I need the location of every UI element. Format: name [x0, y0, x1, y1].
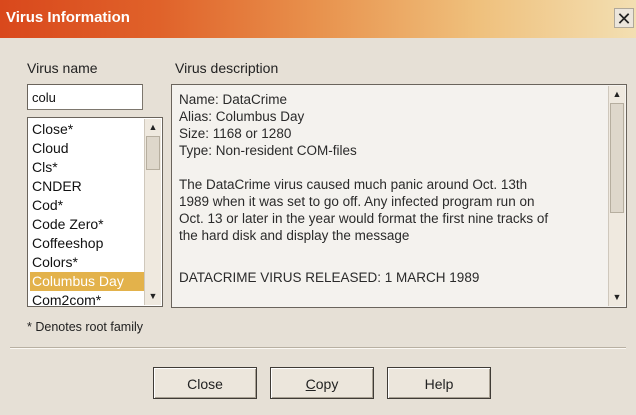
scroll-down-icon[interactable]: ▼	[146, 289, 160, 303]
description-line: Alias: Columbus Day	[179, 109, 305, 124]
list-item-selected[interactable]: Columbus Day	[30, 272, 146, 291]
virus-description-label: Virus description	[175, 60, 279, 76]
description-line: The DataCrime virus caused much panic ar…	[179, 177, 528, 192]
virus-description-text[interactable]: Name: DataCrime Alias: Columbus Day Size…	[171, 84, 627, 308]
description-line: 1989 when it was set to go off. Any infe…	[179, 194, 535, 209]
list-item[interactable]: Coffeeshop	[30, 234, 146, 253]
scroll-thumb[interactable]	[610, 103, 624, 213]
description-line: Type: Non-resident COM-files	[179, 143, 357, 158]
scroll-up-icon[interactable]: ▲	[146, 120, 160, 134]
list-item[interactable]: Colors*	[30, 253, 146, 272]
description-scrollbar[interactable]: ▲ ▼	[608, 86, 625, 306]
list-item[interactable]: Close*	[30, 120, 146, 139]
list-item[interactable]: Cloud	[30, 139, 146, 158]
button-separator	[10, 347, 626, 349]
close-button[interactable]: Close	[153, 367, 257, 399]
list-item[interactable]: Com2com*	[30, 291, 146, 306]
root-family-footnote: * Denotes root family	[27, 320, 144, 334]
copy-label-rest: opy	[315, 376, 339, 392]
virus-name-list[interactable]: Close* Cloud Cls* CNDER Cod* Code Zero* …	[27, 117, 163, 307]
list-item[interactable]: Code Zero*	[30, 215, 146, 234]
close-icon[interactable]: ✕	[614, 8, 634, 29]
copy-accelerator: C	[305, 376, 316, 392]
scroll-up-icon[interactable]: ▲	[610, 87, 624, 101]
virus-name-input[interactable]	[27, 84, 143, 110]
description-line: DATACRIME VIRUS RELEASED: 1 MARCH 1989	[179, 270, 480, 285]
window-title: Virus Information	[6, 9, 130, 26]
scroll-down-icon[interactable]: ▼	[610, 290, 624, 304]
list-scrollbar[interactable]: ▲ ▼	[144, 119, 161, 305]
description-line: the hard disk and display the message	[179, 228, 410, 243]
scroll-thumb[interactable]	[146, 136, 160, 170]
description-line: Name: DataCrime	[179, 92, 288, 107]
title-bar[interactable]: Virus Information ✕	[0, 0, 636, 38]
list-item[interactable]: Cls*	[30, 158, 146, 177]
list-item[interactable]: Cod*	[30, 196, 146, 215]
help-button[interactable]: Help	[387, 367, 491, 399]
list-item[interactable]: CNDER	[30, 177, 146, 196]
description-line: Size: 1168 or 1280	[179, 126, 292, 141]
description-line: Oct. 13 or later in the year would forma…	[179, 211, 549, 226]
virus-information-dialog: Virus Information ✕ Virus name Virus des…	[0, 0, 636, 415]
virus-name-label: Virus name	[27, 60, 98, 76]
copy-button[interactable]: Copy	[270, 367, 374, 399]
